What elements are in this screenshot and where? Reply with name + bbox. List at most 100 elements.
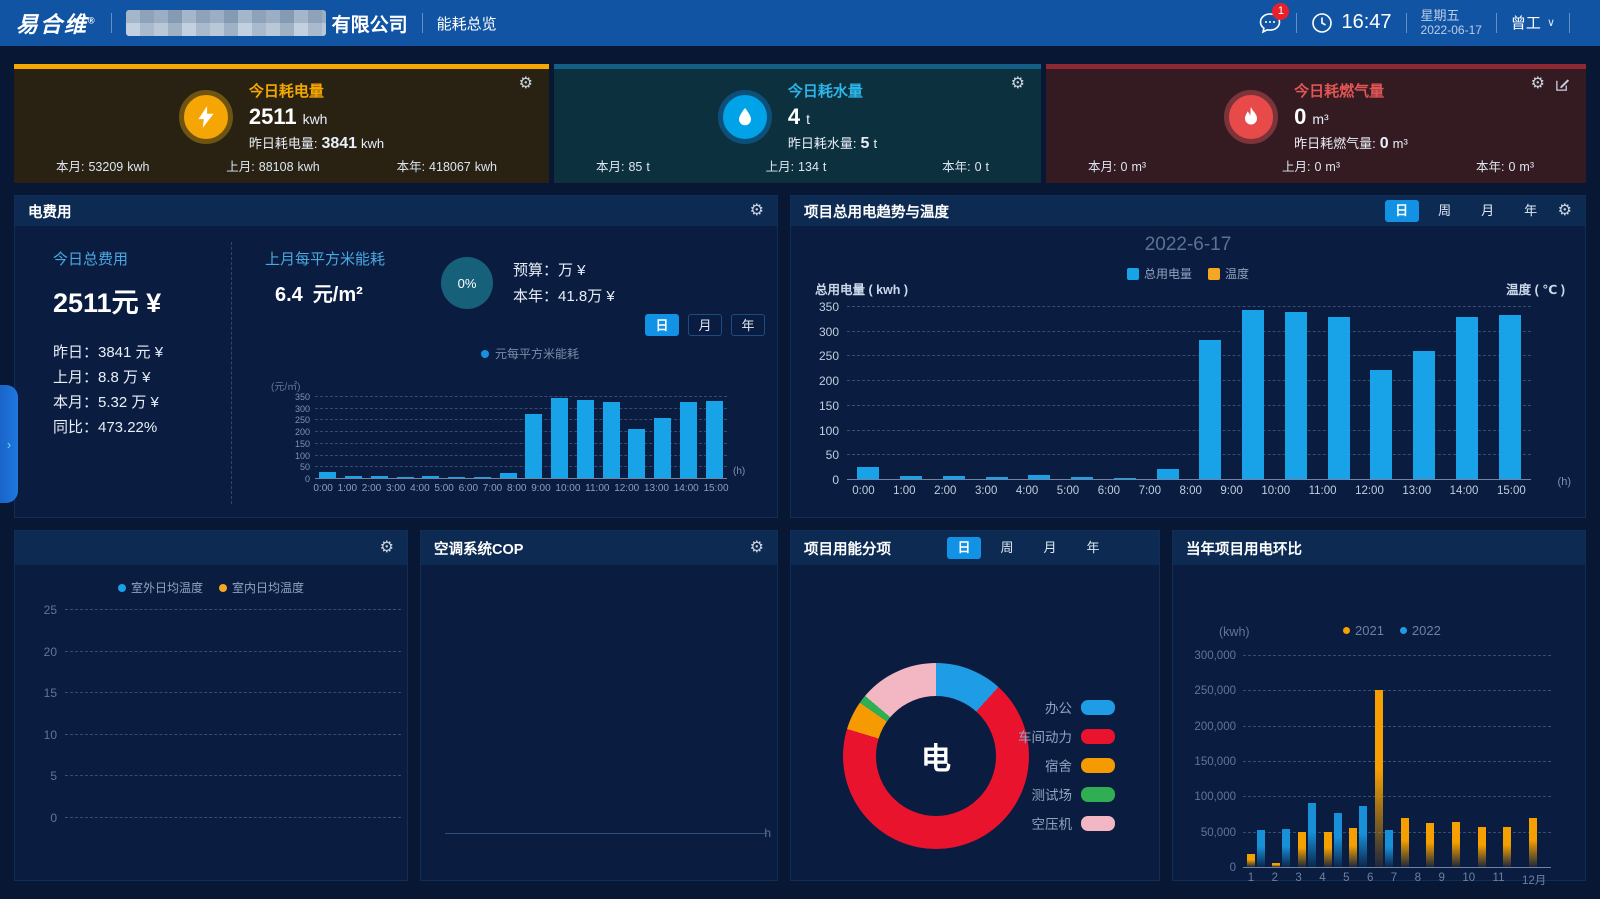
bar-group-12月 bbox=[1529, 655, 1547, 867]
user-menu[interactable]: 曾工 ∨ bbox=[1511, 12, 1555, 33]
dashboard: 易合维® 有限公司 能耗总览 1 16:47 bbox=[0, 0, 1600, 899]
kpi-unit: t bbox=[806, 111, 810, 127]
legend-label: 温度 bbox=[1225, 265, 1249, 282]
x-tick-label: 8:00 bbox=[1180, 485, 1202, 497]
gear-icon[interactable]: ⚙ bbox=[380, 540, 394, 556]
kpi-yesterday: 昨日耗燃气量:0m³ bbox=[1294, 133, 1408, 153]
x-tick-label: 11 bbox=[1493, 872, 1505, 888]
bar-group-9 bbox=[1452, 655, 1470, 867]
y-axis-unit: (kwh) bbox=[1219, 625, 1250, 639]
sidebar-expander[interactable]: › bbox=[0, 385, 18, 503]
breakdown-legend: 办公车间动力宿舍测试场空压机 bbox=[1018, 697, 1115, 833]
legend-item-测试场[interactable]: 测试场 bbox=[1032, 784, 1116, 804]
y-tick-label: 150 bbox=[295, 439, 315, 449]
x-tick-label: 5:00 bbox=[1057, 485, 1079, 497]
bar bbox=[680, 402, 697, 478]
panel-title: 当年项目用电环比 bbox=[1186, 538, 1302, 559]
bar bbox=[422, 476, 439, 478]
x-tick-label: 6:00 bbox=[1098, 485, 1120, 497]
kpi-value: 2511 bbox=[249, 104, 297, 129]
bar bbox=[1456, 317, 1478, 479]
chart-date-title: 2022-6-17 bbox=[791, 234, 1585, 256]
kpi-card-gas: ⚙ 今日耗燃气量 0m³ 昨日耗燃气量:0m³ 本月:0m³ 上月:0m³ 本年… bbox=[1046, 64, 1586, 183]
legend-item-办公[interactable]: 办公 bbox=[1045, 697, 1115, 717]
tab-日[interactable]: 日 bbox=[645, 314, 679, 336]
legend-item-2022[interactable]: 2022 bbox=[1400, 623, 1441, 638]
gear-icon[interactable]: ⚙ bbox=[1531, 76, 1545, 92]
x-axis-labels: 0:001:002:003:004:005:006:007:008:009:00… bbox=[311, 483, 731, 494]
kpi-value: 4 bbox=[788, 104, 800, 129]
tab-周[interactable]: 周 bbox=[990, 537, 1024, 559]
current-time: 16:47 bbox=[1341, 11, 1391, 34]
gear-icon[interactable]: ⚙ bbox=[750, 203, 764, 219]
gridline: 0 bbox=[847, 479, 1531, 480]
x-tick-label: 5:00 bbox=[434, 483, 453, 494]
tab-年[interactable]: 年 bbox=[1514, 200, 1548, 222]
bar bbox=[900, 476, 922, 479]
tab-周[interactable]: 周 bbox=[1428, 200, 1462, 222]
legend-item-室外日均温度[interactable]: 室外日均温度 bbox=[118, 579, 203, 596]
legend-item-2021[interactable]: 2021 bbox=[1343, 623, 1384, 638]
x-tick-label: 3:00 bbox=[386, 483, 405, 494]
legend-item-温度[interactable]: 温度 bbox=[1208, 265, 1249, 282]
bar-2022 bbox=[1257, 830, 1265, 867]
divider bbox=[111, 13, 112, 33]
budget-line: 预算：万 ¥ bbox=[513, 258, 615, 284]
nav-energy-overview[interactable]: 能耗总览 bbox=[437, 13, 497, 34]
bar-group-3 bbox=[1298, 655, 1316, 867]
bar-2021 bbox=[1452, 822, 1460, 867]
tab-日[interactable]: 日 bbox=[1385, 200, 1419, 222]
tab-月[interactable]: 月 bbox=[688, 314, 722, 336]
x-tick-label: 15:00 bbox=[703, 483, 728, 494]
legend-label: 室内日均温度 bbox=[232, 579, 304, 596]
legend-item-宿舍[interactable]: 宿舍 bbox=[1045, 755, 1115, 775]
gridline: 10 bbox=[65, 734, 401, 735]
x-tick-label: 4:00 bbox=[1016, 485, 1038, 497]
bar bbox=[1242, 310, 1264, 479]
kpi-title: 今日耗燃气量 bbox=[1294, 80, 1408, 101]
tab-年[interactable]: 年 bbox=[1076, 537, 1110, 559]
legend-item-空压机[interactable]: 空压机 bbox=[1032, 813, 1116, 833]
x-tick-label: 6:00 bbox=[459, 483, 478, 494]
tab-月[interactable]: 月 bbox=[1471, 200, 1505, 222]
message-badge: 1 bbox=[1272, 3, 1289, 20]
kpi-value: 0 bbox=[1294, 104, 1306, 129]
edit-icon[interactable] bbox=[1555, 77, 1570, 92]
tab-日[interactable]: 日 bbox=[947, 537, 981, 559]
legend-item[interactable]: 元每平方米能耗 bbox=[481, 345, 579, 362]
x-tick-label: 3:00 bbox=[975, 485, 997, 497]
messages-button[interactable]: 1 bbox=[1258, 12, 1282, 34]
bar bbox=[1028, 475, 1050, 479]
kpi-card-water: ⚙ 今日耗水量 4t 昨日耗水量:5t 本月:85t 上月:134t 本年:0t bbox=[554, 64, 1041, 183]
temperature-legend: 室外日均温度 室内日均温度 bbox=[15, 579, 407, 596]
x-tick-label: 9:00 bbox=[531, 483, 550, 494]
date-group: 星期五 2022-06-17 bbox=[1421, 9, 1482, 38]
bar bbox=[1199, 340, 1221, 479]
y-tick-label: 50,000 bbox=[1201, 827, 1243, 839]
y-tick-label: 50 bbox=[300, 462, 315, 472]
bar-2021 bbox=[1529, 818, 1537, 867]
legend-item-车间动力[interactable]: 车间动力 bbox=[1018, 726, 1115, 746]
kpi-main: 今日耗燃气量 0m³ 昨日耗燃气量:0m³ bbox=[1046, 64, 1586, 153]
x-tick-label: 0:00 bbox=[852, 485, 874, 497]
panel-electricity-cost: 电费用 ⚙ 今日总费用 2511元 ¥ 昨日：3841 元 ¥ 上月：8.8 万… bbox=[14, 195, 778, 518]
gear-icon[interactable]: ⚙ bbox=[1558, 203, 1572, 219]
cost-bar-chart: 350300250200150100500 bbox=[315, 396, 727, 478]
bar bbox=[1328, 317, 1350, 479]
bar-2021 bbox=[1247, 854, 1255, 867]
gridline: 5 bbox=[65, 775, 401, 776]
gear-icon[interactable]: ⚙ bbox=[519, 76, 533, 92]
legend-item-总用电量[interactable]: 总用电量 bbox=[1127, 265, 1192, 282]
y-tick-label: 100 bbox=[819, 424, 847, 438]
divider bbox=[422, 13, 423, 33]
gear-icon[interactable]: ⚙ bbox=[750, 540, 764, 556]
y-tick-label: 350 bbox=[819, 300, 847, 314]
bar bbox=[857, 467, 879, 479]
x-tick-label: 7 bbox=[1391, 872, 1397, 888]
divider bbox=[1406, 13, 1407, 33]
tab-月[interactable]: 月 bbox=[1033, 537, 1067, 559]
tab-年[interactable]: 年 bbox=[731, 314, 765, 336]
cost-row: 本月：5.32 万 ¥ bbox=[53, 390, 163, 415]
legend-item-室内日均温度[interactable]: 室内日均温度 bbox=[219, 579, 304, 596]
gear-icon[interactable]: ⚙ bbox=[1011, 76, 1025, 92]
